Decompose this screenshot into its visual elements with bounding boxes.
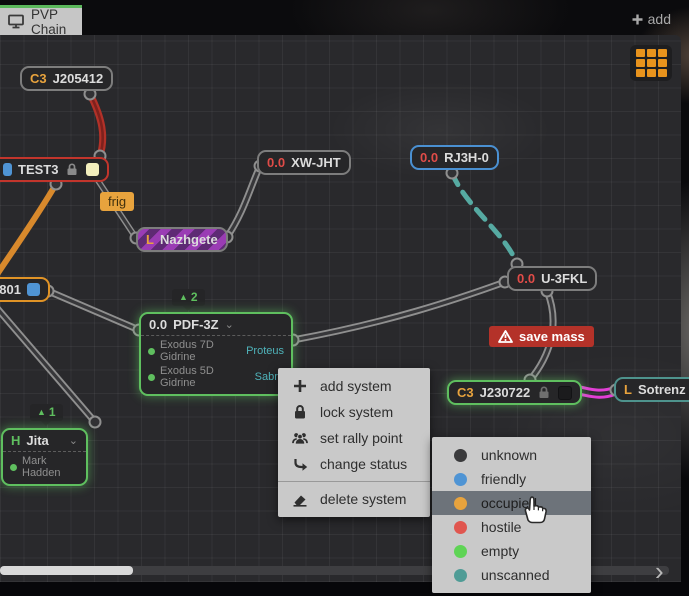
pilot-row: Exodus 7D Gidrine Proteus bbox=[148, 338, 284, 364]
grid-view-toggle-icon[interactable] bbox=[630, 45, 672, 81]
eraser-icon bbox=[292, 491, 308, 507]
hand-cursor-icon bbox=[519, 491, 549, 525]
app-window: PVP Chain add bbox=[0, 0, 689, 596]
lock-icon bbox=[64, 163, 80, 176]
system-name: J205412 bbox=[53, 71, 104, 86]
system-node-jita[interactable]: H Jita ⌄ Mark Hadden bbox=[1, 428, 88, 486]
tab-pvp-chain[interactable]: PVP Chain bbox=[0, 5, 82, 35]
system-name: XW-JHT bbox=[291, 155, 341, 170]
curved-arrow-icon bbox=[292, 456, 308, 472]
system-security: 0.0 bbox=[420, 150, 438, 165]
online-dot-icon bbox=[10, 464, 17, 471]
connection-rj3h0-u3fkl-dashed bbox=[452, 173, 517, 264]
status-submenu: unknown friendly occupied hostile empty … bbox=[432, 437, 591, 593]
status-item-hostile[interactable]: hostile bbox=[432, 515, 591, 539]
status-square-blue bbox=[3, 163, 12, 176]
warning-icon bbox=[498, 330, 513, 343]
add-label: add bbox=[648, 11, 671, 27]
plus-icon bbox=[632, 14, 643, 25]
system-security: 0.0 bbox=[267, 155, 285, 170]
system-name: RJ3H-0 bbox=[444, 150, 489, 165]
system-node-xwjht[interactable]: 0.0 XW-JHT bbox=[257, 150, 351, 175]
connection-pdf3z-u3fkl bbox=[293, 282, 505, 340]
system-node-test3[interactable]: TEST3 bbox=[0, 157, 109, 182]
pilot-name: Exodus 7D Gidrine bbox=[160, 339, 241, 363]
lock-icon bbox=[292, 404, 308, 420]
pilot-row: Exodus 5D Gidrine Sabre bbox=[148, 364, 284, 390]
status-dot-unknown-icon bbox=[454, 449, 467, 462]
system-class: C3 bbox=[457, 385, 474, 400]
pilot-name: Exodus 5D Gidrine bbox=[160, 365, 250, 389]
system-node-rj3h0[interactable]: 0.0 RJ3H-0 bbox=[410, 145, 499, 170]
pilot-row: Mark Hadden bbox=[10, 454, 79, 480]
status-square-yellow bbox=[86, 163, 99, 176]
pilot-count-badge: ▲ 1 bbox=[30, 404, 63, 421]
system-node-j205412[interactable]: C3 J205412 bbox=[20, 66, 113, 91]
menu-item-delete-system[interactable]: delete system bbox=[278, 486, 430, 512]
context-menu: add system lock system set rally point bbox=[278, 368, 430, 517]
system-name: Jita bbox=[26, 433, 48, 448]
menu-item-lock-system[interactable]: lock system bbox=[278, 399, 430, 425]
system-node-nazhgete[interactable]: L Nazhgete bbox=[136, 227, 228, 252]
online-dot-icon bbox=[148, 348, 155, 355]
menu-item-change-status[interactable]: change status bbox=[278, 451, 430, 477]
add-map-button[interactable]: add bbox=[632, 11, 671, 27]
status-item-unknown[interactable]: unknown bbox=[432, 443, 591, 467]
system-name: Nazhgete bbox=[160, 232, 218, 247]
system-class: H bbox=[11, 433, 20, 448]
status-item-friendly[interactable]: friendly bbox=[432, 467, 591, 491]
system-name: 801 bbox=[0, 282, 21, 297]
system-name: PDF-3Z bbox=[173, 317, 219, 332]
arrow-up-icon: ▲ bbox=[179, 292, 188, 302]
system-node-sotrenz[interactable]: L Sotrenz bbox=[614, 377, 689, 402]
ship-name: Proteus bbox=[246, 345, 284, 357]
system-class: L bbox=[624, 382, 632, 397]
pilot-name: Mark Hadden bbox=[22, 455, 79, 479]
status-item-unscanned[interactable]: unscanned bbox=[432, 563, 591, 587]
save-mass-badge: save mass bbox=[489, 326, 594, 347]
plus-icon bbox=[292, 378, 308, 394]
status-dot-unscanned-icon bbox=[454, 569, 467, 582]
pilot-list: Exodus 7D Gidrine Proteus Exodus 5D Gidr… bbox=[141, 335, 291, 394]
connection-test3-offscreen bbox=[0, 184, 56, 276]
system-name: J230722 bbox=[480, 385, 531, 400]
status-item-empty[interactable]: empty bbox=[432, 539, 591, 563]
system-class: L bbox=[146, 232, 154, 247]
pilot-count-badge: ▲ 2 bbox=[172, 289, 205, 306]
horizontal-scrollbar-thumb[interactable] bbox=[0, 566, 133, 575]
system-security: 0.0 bbox=[149, 317, 167, 332]
users-icon bbox=[292, 430, 308, 446]
system-name: U-3FKL bbox=[541, 271, 587, 286]
system-class: C3 bbox=[30, 71, 47, 86]
status-square-blue bbox=[27, 283, 40, 296]
system-name: TEST3 bbox=[18, 162, 58, 177]
pilot-list: Mark Hadden bbox=[3, 451, 86, 484]
status-dot-occupied-icon bbox=[454, 497, 467, 510]
status-square-dark bbox=[558, 386, 572, 400]
map-edge-space bbox=[681, 35, 689, 582]
chevron-down-icon[interactable]: ⌄ bbox=[69, 434, 78, 447]
system-node-u3fkl[interactable]: 0.0 U-3FKL bbox=[507, 266, 597, 291]
chevron-right-icon[interactable]: › bbox=[655, 556, 664, 587]
status-dot-empty-icon bbox=[454, 545, 467, 558]
chevron-down-icon[interactable]: ⌄ bbox=[225, 318, 234, 331]
status-dot-friendly-icon bbox=[454, 473, 467, 486]
system-node-pdf3z-selected[interactable]: 0.0 PDF-3Z ⌄ Exodus 7D Gidrine Proteus E… bbox=[139, 312, 293, 396]
system-node-801[interactable]: 801 bbox=[0, 277, 50, 302]
system-node-j230722[interactable]: C3 J230722 bbox=[447, 380, 582, 405]
connection-size-label-frig[interactable]: frig bbox=[100, 192, 134, 211]
tab-label: PVP Chain bbox=[31, 7, 74, 37]
menu-item-add-system[interactable]: add system bbox=[278, 373, 430, 399]
system-security: 0.0 bbox=[517, 271, 535, 286]
status-dot-hostile-icon bbox=[454, 521, 467, 534]
arrow-up-icon: ▲ bbox=[37, 407, 46, 417]
status-item-occupied[interactable]: occupied bbox=[432, 491, 591, 515]
lock-icon bbox=[536, 386, 552, 399]
monitor-icon bbox=[8, 14, 24, 29]
system-name: Sotrenz bbox=[638, 382, 686, 397]
menu-item-set-rally-point[interactable]: set rally point bbox=[278, 425, 430, 451]
menu-separator bbox=[278, 481, 430, 482]
online-dot-icon bbox=[148, 374, 155, 381]
